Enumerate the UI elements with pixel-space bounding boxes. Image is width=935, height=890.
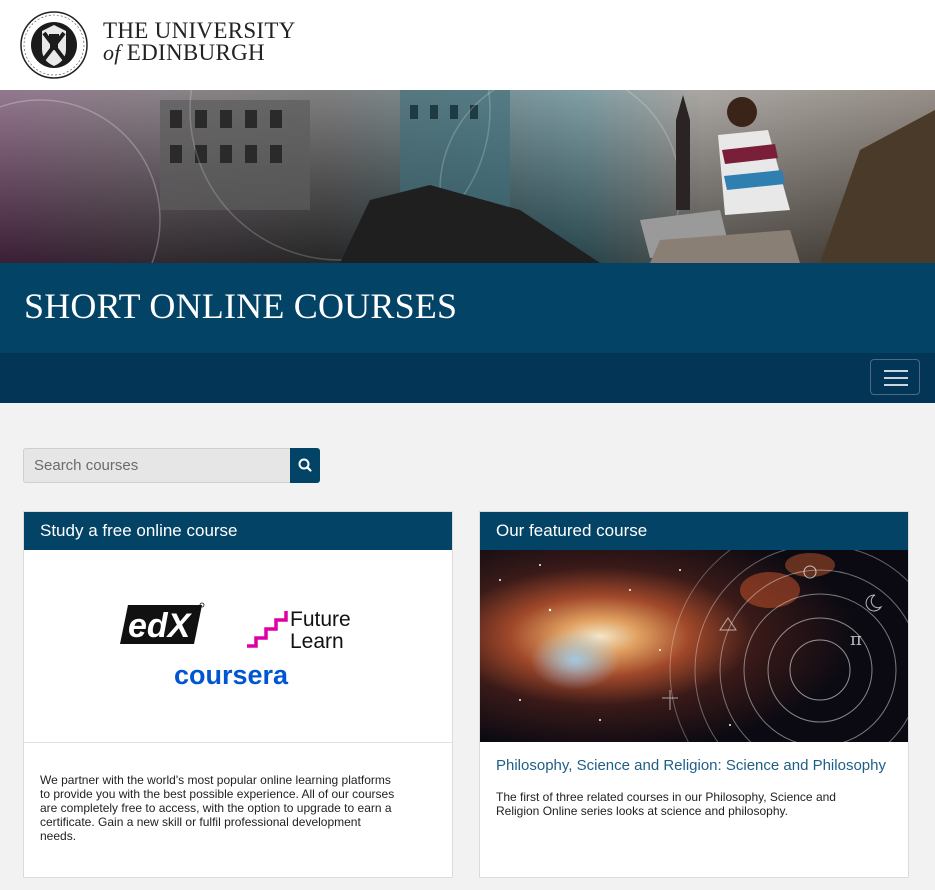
site-header: THE UNIVERSITY of EDINBURGH: [0, 0, 935, 90]
university-wordmark[interactable]: THE UNIVERSITY of EDINBURGH: [103, 18, 296, 65]
featured-course-card: Our featured course π Philosophy, Scienc…: [479, 511, 909, 878]
university-crest-icon[interactable]: [20, 11, 88, 79]
futurelearn-logo-line1: Future: [290, 608, 351, 631]
free-course-description-line: certificate. Gain a new skill or fulfil …: [40, 815, 361, 829]
featured-course-description-line: The first of three related courses in ou…: [496, 790, 836, 804]
search-icon: [298, 458, 312, 472]
navigation-bar: [0, 353, 935, 403]
free-course-description-line: needs.: [40, 829, 77, 843]
coursera-logo-text: coursera: [174, 660, 289, 690]
page-title: SHORT ONLINE COURSES: [24, 286, 458, 326]
course-search: [23, 448, 320, 483]
university-name-line1: THE UNIVERSITY: [103, 18, 296, 43]
page-title-band: SHORT ONLINE COURSES: [0, 263, 935, 353]
futurelearn-logo-line2: Learn: [290, 630, 344, 653]
free-course-description-line: are completely free to access, with the …: [40, 801, 392, 815]
partner-logos: edX Future Learn coursera: [24, 550, 452, 743]
university-name-edinburgh: EDINBURGH: [126, 40, 265, 65]
featured-course-description: The first of three related courses in ou…: [496, 790, 836, 818]
featured-course-link[interactable]: Philosophy, Science and Religion: Scienc…: [496, 757, 886, 774]
edx-logo[interactable]: edX: [120, 602, 205, 645]
hamburger-menu-button[interactable]: [870, 359, 920, 395]
search-button[interactable]: [290, 448, 320, 483]
search-input[interactable]: [23, 448, 291, 483]
futurelearn-logo[interactable]: Future Learn: [247, 608, 351, 653]
free-course-card-heading: Study a free online course: [24, 512, 452, 550]
hamburger-menu-icon: [884, 384, 908, 386]
featured-course-image[interactable]: π: [480, 550, 908, 742]
featured-course-card-heading: Our featured course: [480, 512, 908, 550]
university-name-of: of: [103, 40, 121, 65]
svg-text:π: π: [850, 629, 862, 650]
free-course-description-line: to provide you with the best possible ex…: [40, 787, 395, 801]
free-course-description-line: We partner with the world's most popular…: [40, 773, 391, 787]
hamburger-menu-icon: [884, 377, 908, 379]
hamburger-menu-icon: [884, 370, 908, 372]
university-name-line2: of EDINBURGH: [103, 40, 296, 65]
edx-logo-text: edX: [128, 607, 193, 645]
coursera-logo[interactable]: coursera: [174, 660, 289, 690]
free-course-card: Study a free online course edX Future Le…: [23, 511, 453, 878]
featured-course-description-line: Religion Online series looks at science …: [496, 804, 788, 818]
free-course-description: We partner with the world's most popular…: [40, 773, 394, 843]
hero-banner-image: [0, 90, 935, 263]
